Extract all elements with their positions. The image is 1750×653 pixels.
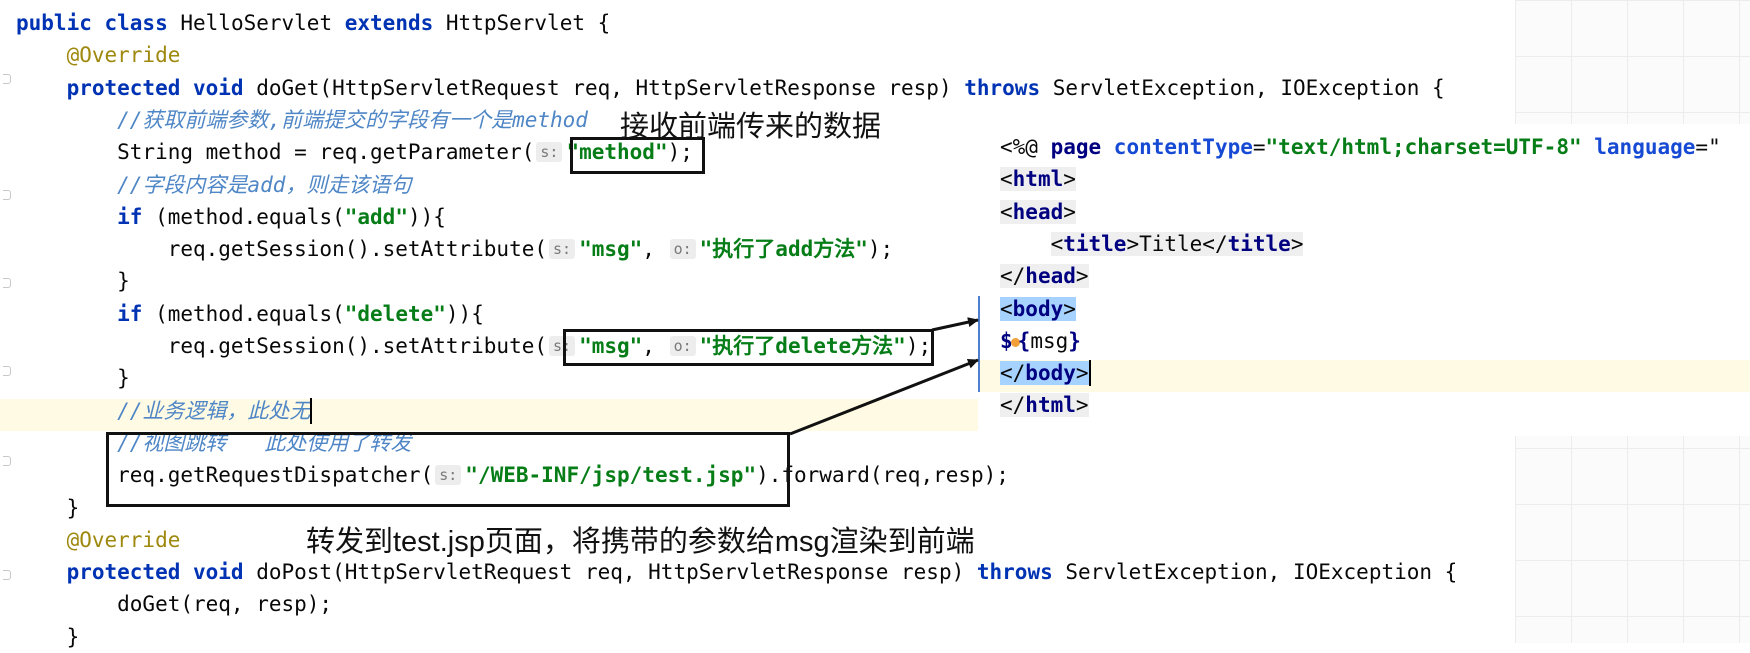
arrow-to-msg [789,358,979,436]
arrow-to-body [931,317,979,332]
annotation-arrows [789,317,979,436]
